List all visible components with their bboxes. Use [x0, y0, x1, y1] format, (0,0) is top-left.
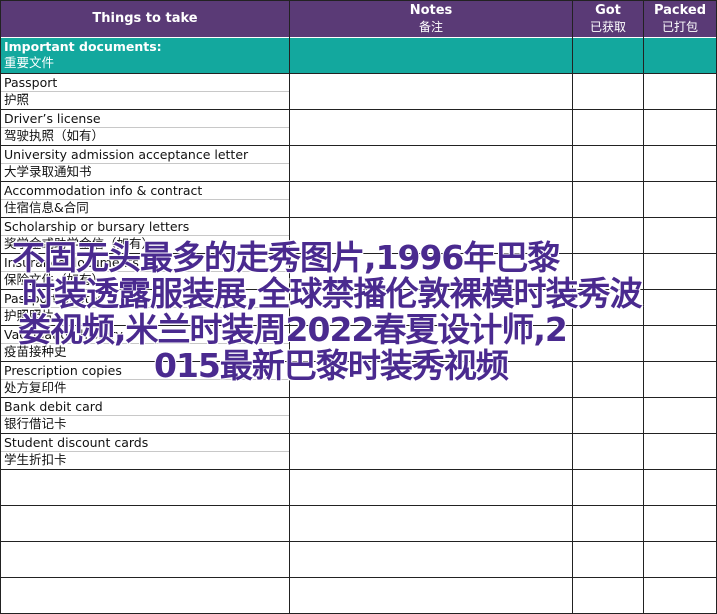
section-important-documents: Important documents: 重要文件 [1, 38, 716, 73]
item-label-zh: 大学录取通知书 [4, 164, 92, 179]
column-divider [289, 1, 290, 613]
table-row[interactable]: Passport 护照 [1, 73, 716, 109]
header-packed: Packed 已打包 [644, 1, 716, 37]
header-things-to-take: Things to take [1, 1, 289, 37]
header-notes-en: Notes [409, 3, 453, 18]
table-row[interactable]: Student discount cards 学生折扣卡 [1, 433, 716, 469]
table-header: Things to take Notes 备注 Got 已获取 Packed 已… [1, 1, 716, 37]
item-label-en: Vaccination history [4, 327, 123, 342]
item-label-en: Passport photos [4, 291, 104, 306]
header-notes: Notes 备注 [290, 1, 572, 37]
table-row[interactable] [1, 577, 716, 613]
item-label-zh: 银行借记卡 [4, 416, 67, 431]
item-label-en: University admission acceptance letter [4, 147, 249, 162]
item-label-en: Prescription copies [4, 363, 122, 378]
item-label-zh: 护照照片 [4, 308, 55, 323]
item-label-zh: 疫苗接种史 [4, 344, 67, 359]
header-packed-zh: 已打包 [661, 20, 698, 34]
item-label-zh: 处方复印件 [4, 380, 67, 395]
item-label-zh: 保险文件（如有） [4, 272, 105, 287]
table-row[interactable] [1, 505, 716, 541]
header-got: Got 已获取 [573, 1, 643, 37]
table-row[interactable]: Insurance documents 保险文件（如有） [1, 253, 716, 289]
table-row[interactable]: Accommodation info & contract 住宿信息&合同 [1, 181, 716, 217]
item-label-en: Passport [4, 75, 58, 90]
header-notes-zh: 备注 [418, 20, 443, 34]
column-divider [643, 1, 644, 613]
table-row[interactable]: Vaccination history 疫苗接种史 [1, 325, 716, 361]
item-label-en: Bank debit card [4, 399, 103, 414]
table-row[interactable]: Scholarship or bursary letters 奖学金或助学金信（如… [1, 217, 716, 253]
header-packed-en: Packed [653, 3, 707, 18]
table-row[interactable]: Passport photos 护照照片 [1, 289, 716, 325]
packing-checklist-table: Things to take Notes 备注 Got 已获取 Packed 已… [0, 0, 717, 614]
item-label-en: Student discount cards [4, 435, 149, 450]
table-row[interactable]: Prescription copies 处方复印件 [1, 361, 716, 397]
column-divider [572, 1, 573, 613]
item-label-en: Driver’s license [4, 111, 101, 126]
section-title-en: Important documents: [4, 39, 162, 54]
item-label-zh: 住宿信息&合同 [4, 200, 89, 215]
table-row[interactable] [1, 469, 716, 505]
section-title-zh: 重要文件 [4, 55, 55, 70]
header-got-en: Got [595, 3, 621, 18]
item-label-zh: 奖学金或助学金信（如有） [4, 236, 155, 251]
header-got-zh: 已获取 [589, 20, 626, 34]
item-label-en: Scholarship or bursary letters [4, 219, 190, 234]
table-row[interactable]: Bank debit card 银行借记卡 [1, 397, 716, 433]
item-label-zh: 学生折扣卡 [4, 452, 67, 467]
table-row[interactable] [1, 541, 716, 577]
header-things-label: Things to take [92, 11, 198, 26]
item-label-zh: 护照 [4, 92, 30, 107]
item-label-zh: 驾驶执照（如有） [4, 128, 105, 143]
item-label-en: Insurance documents [4, 255, 139, 270]
table-row[interactable]: Driver’s license 驾驶执照（如有） [1, 109, 716, 145]
item-label-en: Accommodation info & contract [4, 183, 203, 198]
table-row[interactable]: University admission acceptance letter 大学… [1, 145, 716, 181]
